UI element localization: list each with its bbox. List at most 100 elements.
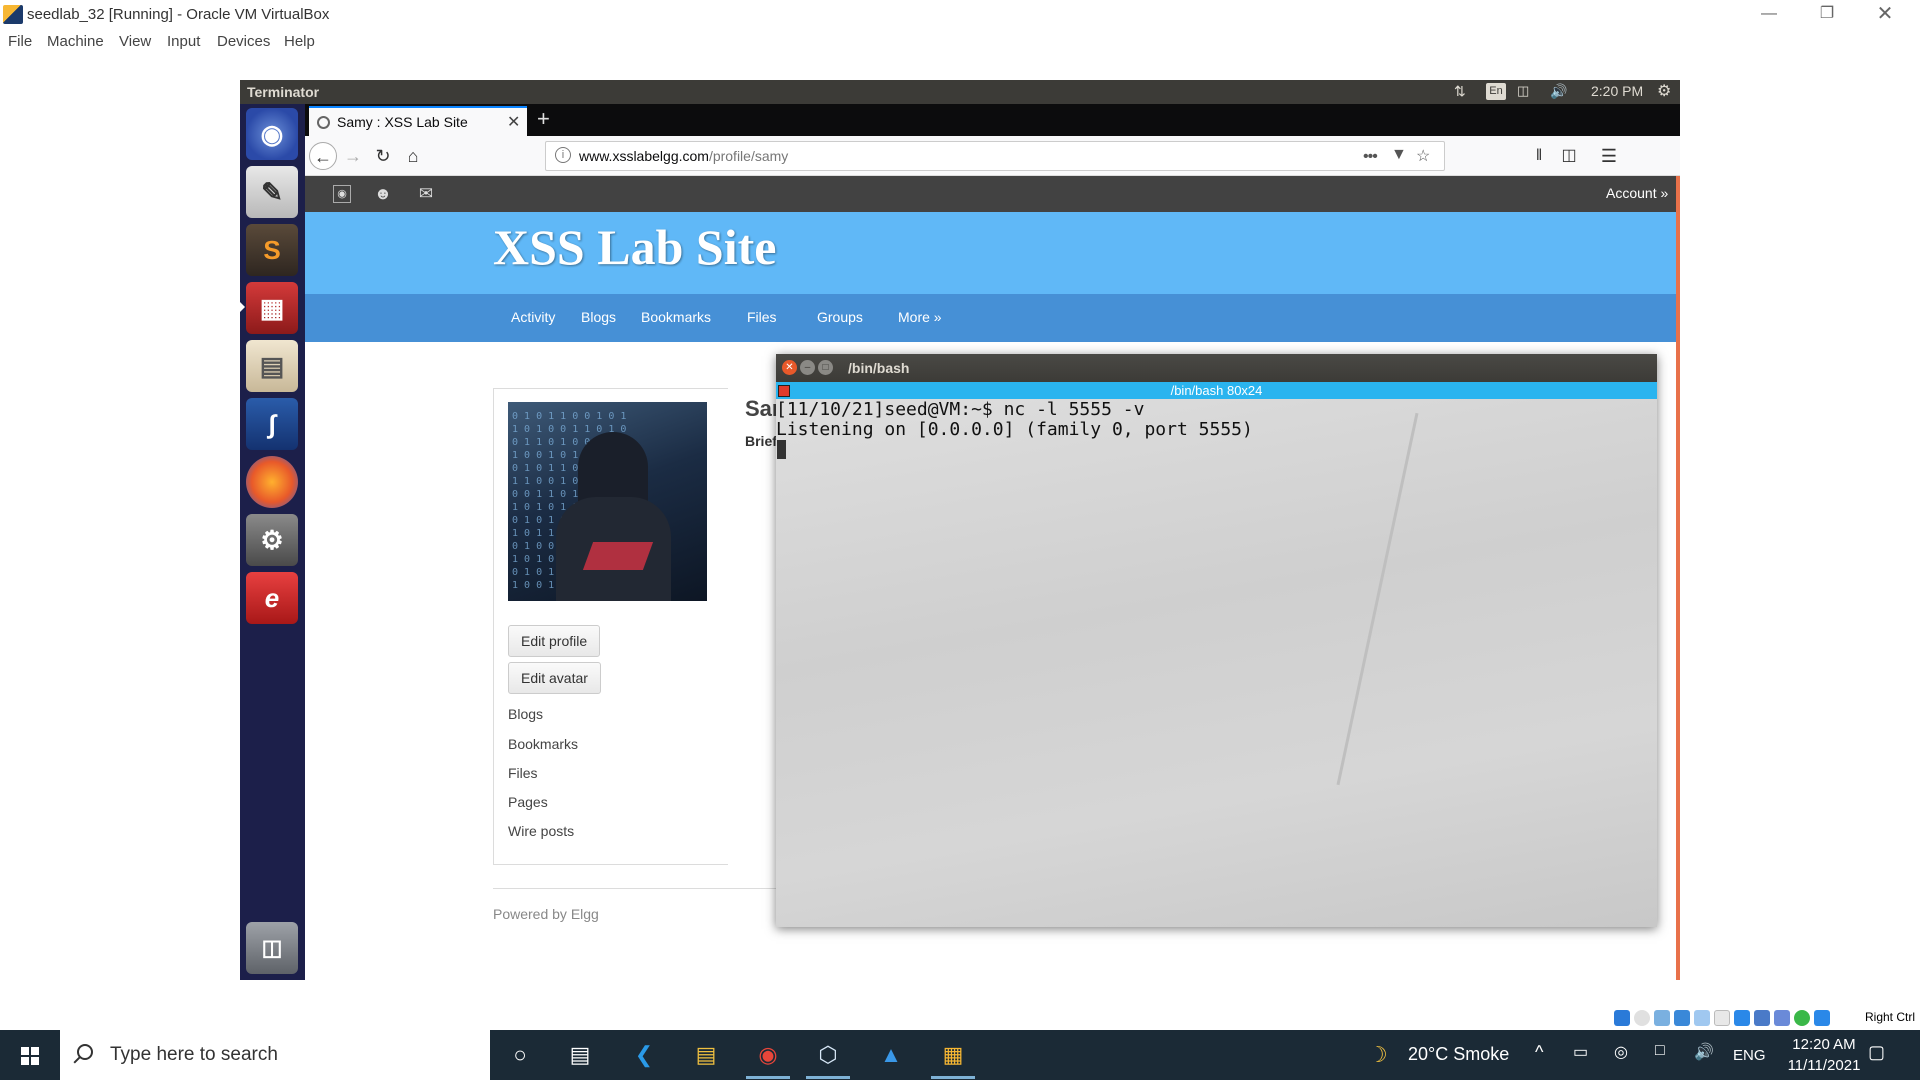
- windows-logo-icon: [21, 1047, 39, 1065]
- volume-icon[interactable]: 🔊: [1550, 83, 1567, 100]
- input-language[interactable]: ENG: [1733, 1047, 1766, 1064]
- taskbar-date[interactable]: 11/11/2021: [1778, 1057, 1870, 1074]
- mouse-integration-status-icon[interactable]: [1814, 1010, 1830, 1026]
- owner-link-files[interactable]: Files: [508, 765, 538, 781]
- taskbar-time[interactable]: 12:20 AM: [1784, 1036, 1864, 1053]
- edit-avatar-button[interactable]: Edit avatar: [508, 662, 601, 694]
- recording-status-icon[interactable]: [1754, 1010, 1770, 1026]
- close-button[interactable]: ✕: [1856, 0, 1914, 30]
- task-view-icon[interactable]: ▤: [563, 1039, 597, 1071]
- menu-more[interactable]: More »: [898, 309, 942, 325]
- weather-moon-icon[interactable]: ☽: [1368, 1042, 1388, 1068]
- notifications-icon[interactable]: ▢: [1868, 1042, 1885, 1063]
- battery-tray-icon[interactable]: ▭: [1573, 1042, 1588, 1062]
- url-bar[interactable]: i www.xsslabelgg.com/profile/samy ••• ▼ …: [545, 141, 1445, 171]
- reload-button[interactable]: ↻: [369, 142, 397, 170]
- owner-link-wire-posts[interactable]: Wire posts: [508, 823, 574, 839]
- home-button[interactable]: ⌂: [399, 142, 427, 170]
- network-icon[interactable]: ⇅: [1454, 83, 1466, 100]
- file-explorer-icon[interactable]: ▤: [689, 1039, 723, 1071]
- account-menu[interactable]: Account »: [1606, 185, 1668, 201]
- terminal-maximize-button[interactable]: □: [818, 360, 833, 375]
- powered-by-elgg[interactable]: Powered by Elgg: [493, 906, 599, 922]
- tab-samy-profile[interactable]: Samy : XSS Lab Site ✕: [309, 106, 527, 136]
- usb-status-icon[interactable]: [1694, 1010, 1710, 1026]
- menu-activity[interactable]: Activity: [511, 309, 555, 325]
- weather-text[interactable]: 20°C Smoke: [1408, 1044, 1509, 1065]
- firefox-icon[interactable]: [246, 456, 298, 508]
- menu-hamburger-icon[interactable]: ☰: [1595, 142, 1623, 170]
- edit-profile-button[interactable]: Edit profile: [508, 625, 601, 657]
- menu-devices[interactable]: Devices: [217, 33, 270, 50]
- library-icon[interactable]: ‖: [1525, 142, 1553, 170]
- keyboard-layout-indicator[interactable]: En: [1486, 83, 1506, 100]
- terminal-title-bar[interactable]: ✕ – □ /bin/bash: [776, 354, 1657, 382]
- menu-files[interactable]: Files: [747, 309, 777, 325]
- vscode-icon[interactable]: ❮: [627, 1039, 661, 1071]
- shared-folders-status-icon[interactable]: [1714, 1010, 1730, 1026]
- page-actions-icon[interactable]: •••: [1363, 148, 1378, 166]
- restore-button[interactable]: ❐: [1798, 0, 1856, 30]
- owner-link-bookmarks[interactable]: Bookmarks: [508, 736, 578, 752]
- site-title[interactable]: XSS Lab Site: [493, 218, 776, 276]
- settings-gear-icon[interactable]: ⚙: [1657, 81, 1671, 101]
- start-button[interactable]: [0, 1030, 60, 1080]
- back-button[interactable]: ←: [309, 142, 337, 170]
- sidebar-icon[interactable]: ◫: [1555, 142, 1583, 170]
- new-tab-button[interactable]: +: [537, 106, 550, 132]
- cpu-status-icon[interactable]: [1774, 1010, 1790, 1026]
- friends-icon[interactable]: ☻: [372, 184, 394, 204]
- chrome-icon[interactable]: ◉: [751, 1039, 785, 1071]
- minimize-button[interactable]: —: [1740, 0, 1798, 30]
- clock[interactable]: 2:20 PM: [1591, 83, 1643, 99]
- show-hidden-icons-icon[interactable]: ^: [1535, 1042, 1543, 1063]
- wireshark-icon[interactable]: ∫: [246, 398, 298, 450]
- sublime-text-icon[interactable]: S: [246, 224, 298, 276]
- wifi-icon[interactable]: ◎: [1614, 1042, 1628, 1062]
- menu-file[interactable]: File: [8, 33, 32, 50]
- terminal-size-label: /bin/bash 80x24: [1170, 383, 1263, 398]
- terminal-window[interactable]: ✕ – □ /bin/bash /bin/bash 80x24 [11/10/2…: [776, 354, 1657, 927]
- volume-tray-icon[interactable]: 🔊: [1694, 1042, 1714, 1062]
- taskbar-search-box[interactable]: Type here to search: [60, 1030, 490, 1080]
- text-editor-icon[interactable]: ✎: [246, 166, 298, 218]
- terminal-close-button[interactable]: ✕: [782, 360, 797, 375]
- terminal-minimize-button[interactable]: –: [800, 360, 815, 375]
- meet-now-icon[interactable]: □: [1655, 1042, 1665, 1060]
- profile-owner-block: 0 1 0 1 1 0 0 1 0 11 0 1 0 0 1 1 0 1 00 …: [493, 388, 728, 865]
- pocket-icon[interactable]: ▼: [1391, 146, 1407, 164]
- hard-disk-status-icon[interactable]: [1614, 1010, 1630, 1026]
- owner-link-blogs[interactable]: Blogs: [508, 706, 543, 722]
- owner-link-pages[interactable]: Pages: [508, 794, 548, 810]
- trash-icon[interactable]: ◫: [246, 922, 298, 974]
- menu-groups[interactable]: Groups: [817, 309, 863, 325]
- menu-bookmarks[interactable]: Bookmarks: [641, 309, 711, 325]
- menu-machine[interactable]: Machine: [47, 33, 104, 50]
- display-status-icon[interactable]: [1734, 1010, 1750, 1026]
- elgg-logo-icon[interactable]: ◉: [333, 185, 351, 203]
- text-reader-icon[interactable]: e: [246, 572, 298, 624]
- tab-close-icon[interactable]: ✕: [507, 112, 520, 132]
- files-icon[interactable]: ▤: [246, 340, 298, 392]
- virtualbox-manager-icon[interactable]: ⬡: [811, 1039, 845, 1071]
- network-status-icon[interactable]: [1674, 1010, 1690, 1026]
- photos-icon[interactable]: ▲: [874, 1039, 908, 1071]
- terminator-icon[interactable]: ▦: [246, 282, 298, 334]
- forward-button[interactable]: →: [339, 142, 367, 170]
- menu-blogs[interactable]: Blogs: [581, 309, 616, 325]
- optical-drive-status-icon[interactable]: [1634, 1010, 1650, 1026]
- ubuntu-dash-icon[interactable]: ◉: [246, 108, 298, 160]
- menu-view[interactable]: View: [119, 33, 151, 50]
- audio-status-icon[interactable]: [1654, 1010, 1670, 1026]
- menu-input[interactable]: Input: [167, 33, 200, 50]
- messages-icon[interactable]: ✉: [415, 184, 437, 204]
- virtualbox-vm-icon[interactable]: ▦: [936, 1039, 970, 1071]
- site-info-icon[interactable]: i: [555, 147, 571, 163]
- guest-additions-status-icon[interactable]: [1794, 1010, 1810, 1026]
- battery-icon[interactable]: ◫: [1517, 83, 1529, 99]
- bookmark-star-icon[interactable]: ☆: [1416, 146, 1430, 166]
- system-settings-icon[interactable]: ⚙: [246, 514, 298, 566]
- menu-help[interactable]: Help: [284, 33, 315, 50]
- cortana-icon[interactable]: ○: [503, 1039, 537, 1071]
- terminal-body[interactable]: [11/10/21]seed@VM:~$ nc -l 5555 -v Liste…: [776, 399, 1657, 927]
